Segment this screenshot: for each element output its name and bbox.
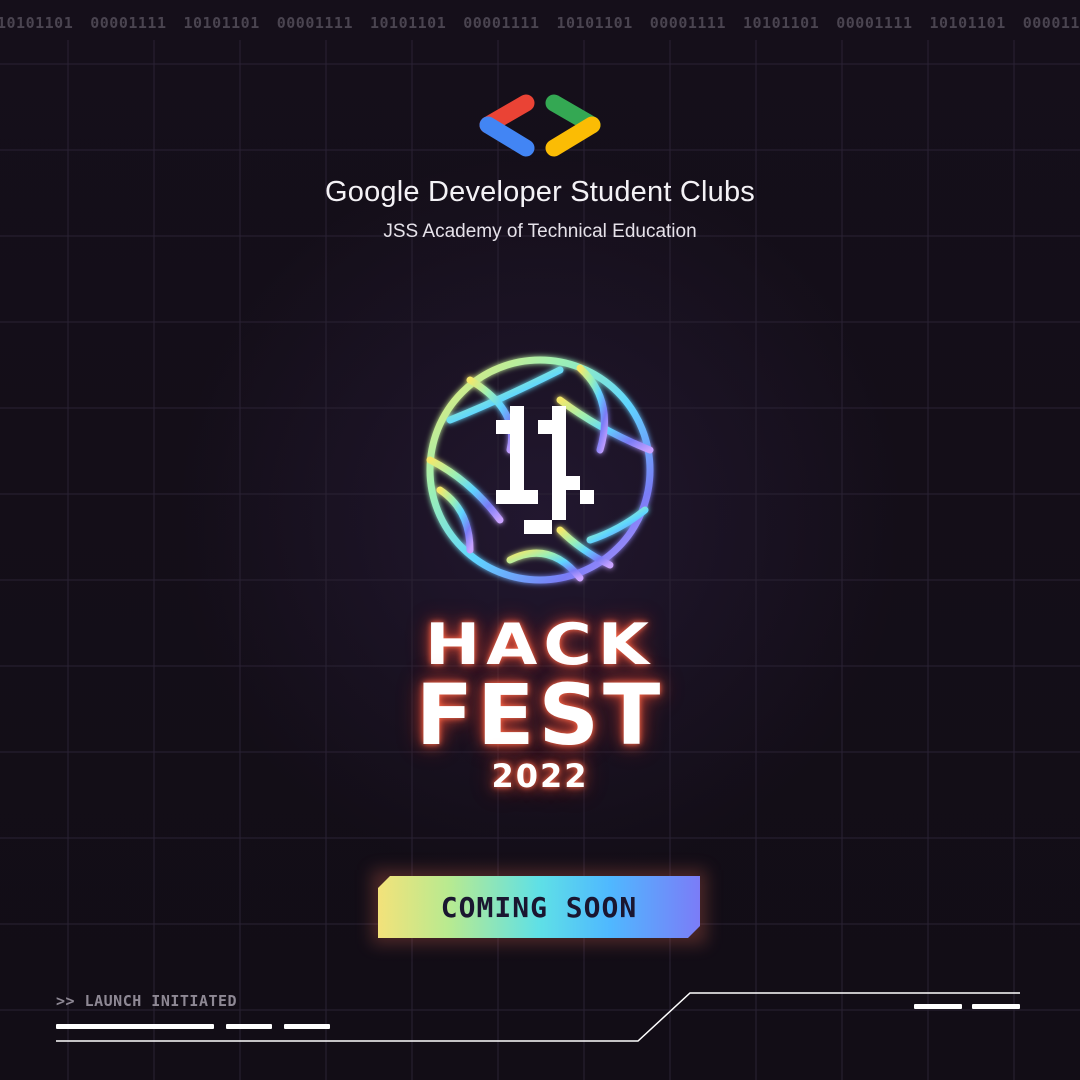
gdsc-brackets-icon	[479, 94, 601, 157]
event-year: 2022	[491, 757, 589, 795]
event-name-line2: FEST	[415, 666, 665, 764]
binary-code: 00001111	[90, 14, 167, 32]
coming-soon-label: COMING SOON	[440, 890, 638, 924]
emblem-glyph	[496, 406, 594, 534]
binary-code: 00001111	[276, 14, 353, 32]
binary-code-strip: 10101101 00001111 10101101 00001111 10101101…	[0, 0, 1080, 46]
poster-canvas: 10101101 00001111 10101101 00001111 10101101…	[0, 0, 1080, 1080]
org-subtitle: JSS Academy of Technical Education	[383, 221, 697, 242]
org-title: Google Developer Student Clubs	[325, 176, 755, 208]
launch-status-text: >> LAUNCH INITIATED	[56, 992, 238, 1010]
binary-code: 10101101	[183, 14, 260, 32]
binary-code: 00001111	[1022, 14, 1080, 32]
coming-soon-button[interactable]: COMING SOON	[378, 876, 700, 938]
binary-code: 00001111	[649, 14, 726, 32]
binary-code: 00001111	[463, 14, 540, 32]
hackfest-globe-icon	[426, 356, 654, 584]
binary-code: 10101101	[556, 14, 633, 32]
binary-code: 00001111	[836, 14, 913, 32]
binary-code: 10101101	[0, 14, 74, 32]
binary-code: 10101101	[370, 14, 447, 32]
binary-code: 10101101	[929, 14, 1006, 32]
binary-code: 10101101	[743, 14, 820, 32]
